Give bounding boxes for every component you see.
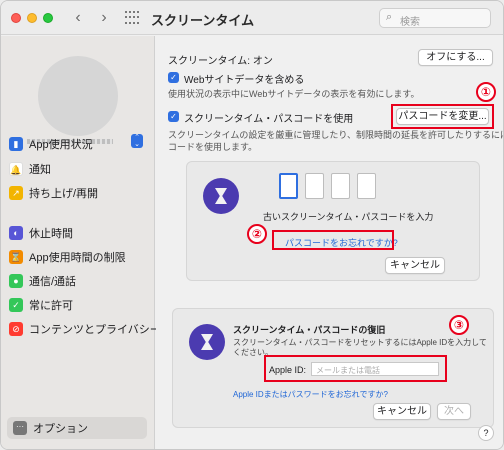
recovery-title: スクリーンタイム・パスコードの復旧 (233, 325, 386, 335)
passcode-digit-4[interactable] (357, 173, 376, 199)
passcode-description-line-1: スクリーンタイムの設定を厳重に管理したり、制限時間の延長を許可したりするにはパス (168, 130, 504, 140)
passcode-digit-fields[interactable] (279, 173, 379, 201)
title-bar: ‹ › スクリーンタイム ⌕ 検索 (1, 1, 503, 35)
annotation-box-1 (391, 104, 494, 129)
sidebar-item-pickup[interactable]: ↗ 持ち上げ/再開 (9, 183, 149, 203)
minimize-window-button[interactable] (27, 13, 37, 23)
sidebar-item-label: 休止時間 (29, 228, 73, 240)
sidebar-item-chart-bars[interactable]: ▮ App使用状況 (9, 134, 149, 154)
sidebar-item-label: 通信/通話 (29, 276, 77, 288)
forgot-appleid-link[interactable]: Apple IDまたはパスワードをお忘れですか? (233, 389, 388, 400)
annotation-box-2 (272, 230, 394, 250)
sidebar-item-label: App使用時間の制限 (29, 252, 126, 264)
sidebar-item-restriction[interactable]: ⊘ コンテンツとプライバシー (9, 319, 161, 339)
sidebar-item-downtime[interactable]: ◐ 休止時間 (9, 223, 149, 243)
bell-icon: 🔔 (9, 162, 23, 176)
passcode-prompt: 古いスクリーンタイム・パスコードを入力 (263, 212, 434, 222)
status-label: スクリーンタイム: オン (168, 56, 273, 67)
recovery-cancel-button[interactable]: キャンセル (373, 403, 431, 420)
ellipsis-icon: ··· (13, 421, 27, 435)
sidebar-item-label: コンテンツとプライバシー (29, 324, 161, 336)
screen-time-hourglass-icon (189, 324, 225, 360)
sidebar-item-label: 通知 (29, 164, 51, 176)
annotation-badge-3: ③ (449, 315, 469, 335)
window-title: スクリーンタイム (151, 13, 255, 28)
passcode-description-line-2: コードを使用します。 (168, 142, 258, 152)
hourglass-icon: ⌛ (9, 250, 23, 264)
sidebar-item-options[interactable]: ··· オプション (7, 417, 147, 439)
sidebar: ⌃ ⌄ ▮ App使用状況 🔔 通知 ↗ 持ち上げ/再開 ◐ 休止時間 ⌛ App使用時間の制限 ● 通… (1, 36, 161, 449)
next-button[interactable]: 次へ (437, 403, 471, 420)
passcode-digit-3[interactable] (331, 173, 350, 199)
passcode-dialog: 古いスクリーンタイム・パスコードを入力 パスコードをお忘れですか? ② キャンセ… (186, 161, 480, 281)
web-data-label: Webサイトデータを含める (184, 75, 305, 86)
sidebar-item-checkmark[interactable]: ✓ 常に許可 (9, 295, 149, 315)
screen-time-window: ‹ › スクリーンタイム ⌕ 検索 ⌃ ⌄ ▮ App使用状況 🔔 通知 ↗ 持ち上げ/再開… (0, 0, 504, 450)
passcode-digit-1[interactable] (279, 173, 298, 199)
pickup-icon: ↗ (9, 186, 23, 200)
chart-bars-icon: ▮ (9, 137, 23, 151)
main-content: スクリーンタイム: オン オフにする... ✓ Webサイトデータを含める 使用… (156, 36, 504, 449)
annotation-badge-2: ② (247, 224, 267, 244)
passcode-cancel-button[interactable]: キャンセル (385, 257, 445, 274)
annotation-badge-1: ① (476, 82, 496, 102)
recovery-dialog: スクリーンタイム・パスコードの復旧 スクリーンタイム・パスコードをリセットするに… (172, 308, 494, 428)
sidebar-item-bell[interactable]: 🔔 通知 (9, 159, 149, 179)
show-all-grid-icon[interactable] (125, 11, 139, 25)
annotation-box-3 (264, 355, 447, 382)
web-data-checkbox[interactable]: ✓ (168, 72, 179, 83)
sidebar-item-label: オプション (33, 423, 88, 435)
sidebar-item-label: App使用状況 (29, 139, 93, 151)
search-icon: ⌕ (386, 11, 393, 23)
user-avatar (38, 56, 118, 136)
help-button[interactable]: ? (478, 425, 494, 441)
forward-icon[interactable]: › (95, 9, 113, 27)
web-data-description: 使用状況の表示中にWebサイトデータの表示を有効にします。 (168, 89, 420, 99)
restriction-icon: ⊘ (9, 322, 23, 336)
downtime-icon: ◐ (9, 226, 23, 240)
turn-off-button[interactable]: オフにする... (418, 49, 493, 66)
passcode-digit-2[interactable] (305, 173, 324, 199)
sidebar-item-hourglass[interactable]: ⌛ App使用時間の制限 (9, 247, 149, 267)
search-placeholder: 検索 (400, 17, 420, 28)
screen-time-hourglass-icon (203, 178, 239, 214)
back-icon[interactable]: ‹ (69, 9, 87, 27)
zoom-window-button[interactable] (43, 13, 53, 23)
contacts-icon: ● (9, 274, 23, 288)
sidebar-item-label: 常に許可 (29, 300, 73, 312)
passcode-checkbox[interactable]: ✓ (168, 111, 179, 122)
passcode-label: スクリーンタイム・パスコードを使用 (184, 114, 354, 125)
search-field[interactable]: ⌕ 検索 (379, 8, 491, 28)
sidebar-item-contacts[interactable]: ● 通信/通話 (9, 271, 149, 291)
close-window-button[interactable] (11, 13, 21, 23)
checkmark-icon: ✓ (9, 298, 23, 312)
sidebar-item-label: 持ち上げ/再開 (29, 188, 99, 200)
